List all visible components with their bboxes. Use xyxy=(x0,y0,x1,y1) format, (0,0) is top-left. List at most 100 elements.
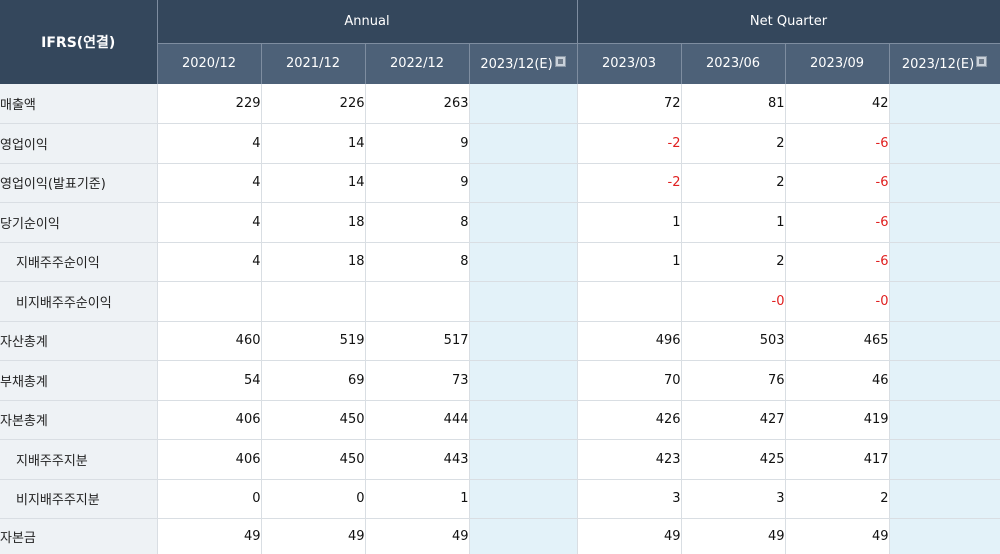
value-cell: -6 xyxy=(785,163,890,203)
value-cell: 73 xyxy=(365,360,470,401)
period-header-quarter-3: 2023/09 xyxy=(785,43,890,84)
estimate-value-cell xyxy=(469,202,578,243)
value-cell: 419 xyxy=(785,400,890,440)
period-header-annual-1: 2020/12 xyxy=(157,43,262,84)
value-cell: 3 xyxy=(576,479,682,519)
value-cell: 226 xyxy=(261,84,366,124)
estimate-value-cell xyxy=(469,518,578,554)
value-cell: 2 xyxy=(681,242,786,282)
value-cell: 406 xyxy=(157,400,262,440)
value-cell: 46 xyxy=(785,360,890,401)
value-cell: 503 xyxy=(681,321,786,361)
estimate-value-cell xyxy=(889,321,1000,361)
value-cell: 465 xyxy=(785,321,890,361)
value-cell: 49 xyxy=(576,518,682,554)
table-row: 매출액 229 226 263 72 81 42 xyxy=(0,84,1000,124)
value-cell: -6 xyxy=(785,202,890,243)
estimate-value-cell xyxy=(889,202,1000,243)
value-cell: 8 xyxy=(365,242,470,282)
value-cell: 4 xyxy=(157,202,262,243)
value-cell: 0 xyxy=(261,479,366,519)
row-label: 지배주주지분 xyxy=(0,439,158,480)
value-cell: 417 xyxy=(785,439,890,480)
table-row: 비지배주주지분 0 0 1 3 3 2 xyxy=(0,479,1000,519)
row-label: 비지배주주지분 xyxy=(0,479,158,519)
value-cell: 426 xyxy=(576,400,682,440)
estimate-info-icon[interactable] xyxy=(554,55,566,67)
value-cell: 443 xyxy=(365,439,470,480)
estimate-value-cell xyxy=(889,400,1000,440)
table-row: 영업이익(발표기준) 4 14 9 -2 2 -6 xyxy=(0,163,1000,203)
net-quarter-group-header: Net Quarter xyxy=(577,0,1000,44)
value-cell: 0 xyxy=(157,479,262,519)
value-cell xyxy=(365,281,470,322)
row-label: 지배주주순이익 xyxy=(0,242,158,282)
value-cell xyxy=(157,281,262,322)
table-row: 자산총계 460 519 517 496 503 465 xyxy=(0,321,1000,361)
value-cell: 49 xyxy=(681,518,786,554)
value-cell: 18 xyxy=(261,242,366,282)
value-cell: 18 xyxy=(261,202,366,243)
value-cell: -2 xyxy=(576,123,682,164)
row-label: 영업이익(발표기준) xyxy=(0,163,158,203)
estimate-value-cell xyxy=(469,123,578,164)
value-cell: -6 xyxy=(785,242,890,282)
value-cell: 519 xyxy=(261,321,366,361)
table-body: 매출액 229 226 263 72 81 42 영업이익 4 14 9 -2 2 -6 영업이익(발표기준… xyxy=(0,84,1000,554)
value-cell: 72 xyxy=(576,84,682,124)
value-cell: 496 xyxy=(576,321,682,361)
estimate-value-cell xyxy=(469,439,578,480)
estimate-value-cell xyxy=(889,163,1000,203)
period-header-quarter-2: 2023/06 xyxy=(681,43,786,84)
value-cell: 1 xyxy=(681,202,786,243)
value-cell: 8 xyxy=(365,202,470,243)
table-row: 지배주주순이익 4 18 8 1 2 -6 xyxy=(0,242,1000,282)
value-cell: 9 xyxy=(365,163,470,203)
annual-group-header: Annual xyxy=(157,0,578,44)
estimate-value-cell xyxy=(469,400,578,440)
value-cell: 427 xyxy=(681,400,786,440)
value-cell: 2 xyxy=(681,163,786,203)
value-cell: 3 xyxy=(681,479,786,519)
value-cell: 54 xyxy=(157,360,262,401)
row-label: 당기순이익 xyxy=(0,202,158,243)
estimate-value-cell xyxy=(889,123,1000,164)
estimate-value-cell xyxy=(469,281,578,322)
table-row: 영업이익 4 14 9 -2 2 -6 xyxy=(0,123,1000,164)
period-header-annual-2: 2021/12 xyxy=(261,43,366,84)
estimate-info-icon[interactable] xyxy=(976,55,988,67)
estimate-value-cell xyxy=(469,360,578,401)
table-row: 부채총계 54 69 73 70 76 46 xyxy=(0,360,1000,401)
estimate-value-cell xyxy=(889,281,1000,322)
value-cell: 49 xyxy=(157,518,262,554)
value-cell: 229 xyxy=(157,84,262,124)
table-row: 당기순이익 4 18 8 1 1 -6 xyxy=(0,202,1000,243)
value-cell: 1 xyxy=(576,242,682,282)
row-label: 부채총계 xyxy=(0,360,158,401)
value-cell: -2 xyxy=(576,163,682,203)
estimate-value-cell xyxy=(889,84,1000,124)
row-label: 영업이익 xyxy=(0,123,158,164)
value-cell: 76 xyxy=(681,360,786,401)
value-cell: 1 xyxy=(365,479,470,519)
value-cell: 450 xyxy=(261,400,366,440)
value-cell: 42 xyxy=(785,84,890,124)
estimate-value-cell xyxy=(889,360,1000,401)
value-cell: 49 xyxy=(261,518,366,554)
value-cell: 4 xyxy=(157,123,262,164)
period-header-quarter-estimate: 2023/12(E) xyxy=(889,43,1000,84)
period-header-annual-estimate: 2023/12(E) xyxy=(469,43,578,84)
value-cell: 14 xyxy=(261,123,366,164)
row-label: 비지배주주순이익 xyxy=(0,281,158,322)
value-cell: 49 xyxy=(785,518,890,554)
value-cell xyxy=(261,281,366,322)
value-cell: -0 xyxy=(681,281,786,322)
estimate-value-cell xyxy=(469,321,578,361)
period-header-quarter-1: 2023/03 xyxy=(577,43,682,84)
value-cell: 423 xyxy=(576,439,682,480)
estimate-value-cell xyxy=(889,479,1000,519)
table-row: 자본총계 406 450 444 426 427 419 xyxy=(0,400,1000,440)
value-cell: 517 xyxy=(365,321,470,361)
estimate-value-cell xyxy=(889,439,1000,480)
value-cell: 4 xyxy=(157,163,262,203)
